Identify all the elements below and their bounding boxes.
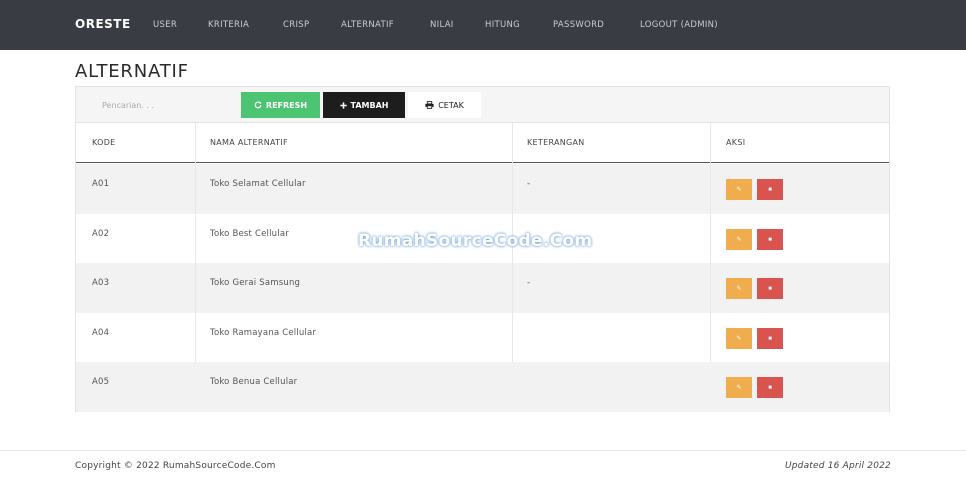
footer: Copyright © 2022 RumahSourceCode.Com Upd… <box>0 450 966 482</box>
delete-button[interactable]: ■ <box>757 328 783 349</box>
cell-nama: Toko Best Cellular <box>210 229 289 239</box>
cell-keterangan: - <box>527 278 531 288</box>
column-header-aksi: AKSI <box>726 138 746 147</box>
tambah-button[interactable]: TAMBAH <box>323 92 405 118</box>
table-row: A01 Toko Selamat Cellular - ✎ ■ <box>76 164 889 214</box>
nav-item-alternatif[interactable]: ALTERNATIF <box>341 20 394 30</box>
watermark: RumahSourceCode.Com <box>358 231 593 251</box>
brand-logo[interactable]: ORESTE <box>75 17 131 31</box>
delete-button[interactable]: ■ <box>757 377 783 398</box>
cell-keterangan: - <box>527 179 531 189</box>
search-input[interactable] <box>90 91 240 119</box>
table-header: KODE NAMA ALTERNATIF KETERANGAN AKSI <box>76 123 889 163</box>
cell-kode: A03 <box>92 278 110 288</box>
refresh-button[interactable]: REFRESH <box>241 92 320 118</box>
edit-button[interactable]: ✎ <box>726 377 752 398</box>
copyright-text: Copyright © 2022 RumahSourceCode.Com <box>75 461 276 471</box>
edit-icon: ✎ <box>736 236 742 243</box>
nav-item-kriteria[interactable]: KRITERIA <box>208 20 249 30</box>
page-title: ALTERNATIF <box>75 61 189 82</box>
cetak-label: CETAK <box>438 100 464 110</box>
toolbar: REFRESH TAMBAH CETAK <box>76 87 889 123</box>
cell-nama: Toko Benua Cellular <box>210 377 298 387</box>
nav-item-hitung[interactable]: HITUNG <box>485 20 520 30</box>
edit-button[interactable]: ✎ <box>726 278 752 299</box>
cell-nama: Toko Ramayana Cellular <box>210 328 317 338</box>
cell-kode: A05 <box>92 377 110 387</box>
table-row: A05 Toko Benua Cellular ✎ ■ <box>76 362 889 412</box>
trash-icon: ■ <box>768 384 772 391</box>
trash-icon: ■ <box>768 335 772 342</box>
column-divider <box>195 123 196 362</box>
table-row: A03 Toko Gerai Samsung - ✎ ■ <box>76 263 889 313</box>
edit-button[interactable]: ✎ <box>726 229 752 250</box>
edit-icon: ✎ <box>736 384 742 391</box>
delete-button[interactable]: ■ <box>757 278 783 299</box>
nav-item-password[interactable]: PASSWORD <box>553 20 604 30</box>
delete-button[interactable]: ■ <box>757 179 783 200</box>
column-header-kode[interactable]: KODE <box>92 138 116 147</box>
column-header-keterangan[interactable]: KETERANGAN <box>527 138 585 147</box>
edit-icon: ✎ <box>736 186 742 193</box>
column-divider <box>710 123 711 362</box>
nav-item-crisp[interactable]: CRISP <box>283 20 309 30</box>
updated-text: Updated 16 April 2022 <box>784 461 891 471</box>
edit-icon: ✎ <box>736 335 742 342</box>
refresh-icon <box>254 101 262 109</box>
nav-item-user[interactable]: USER <box>153 20 177 30</box>
refresh-label: REFRESH <box>265 100 308 110</box>
edit-button[interactable]: ✎ <box>726 179 752 200</box>
trash-icon: ■ <box>768 236 772 243</box>
cell-nama: Toko Gerai Samsung <box>210 278 301 288</box>
cell-kode: A04 <box>92 328 110 338</box>
table-row: A04 Toko Ramayana Cellular ✎ ■ <box>76 313 889 363</box>
cell-kode: A02 <box>92 229 110 239</box>
top-navbar: ORESTE USER KRITERIA CRISP ALTERNATIF NI… <box>0 0 966 50</box>
nav-item-logout[interactable]: LOGOUT (ADMIN) <box>640 20 718 30</box>
edit-icon: ✎ <box>736 285 742 292</box>
trash-icon: ■ <box>768 285 772 292</box>
trash-icon: ■ <box>768 186 772 193</box>
nav-item-nilai[interactable]: NILAI <box>430 20 454 30</box>
plus-icon <box>339 101 347 109</box>
delete-button[interactable]: ■ <box>757 229 783 250</box>
edit-button[interactable]: ✎ <box>726 328 752 349</box>
cell-kode: A01 <box>92 179 110 189</box>
print-icon <box>425 101 434 109</box>
column-header-nama[interactable]: NAMA ALTERNATIF <box>210 138 288 147</box>
cell-nama: Toko Selamat Cellular <box>210 179 306 189</box>
cetak-button[interactable]: CETAK <box>408 92 481 118</box>
tambah-label: TAMBAH <box>350 100 389 110</box>
